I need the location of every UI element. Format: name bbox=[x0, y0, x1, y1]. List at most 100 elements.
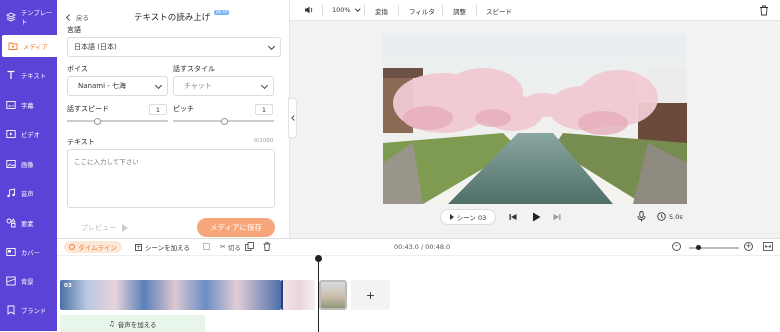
sidebar-item-label: 背景 bbox=[21, 278, 34, 286]
preview-button[interactable]: プレビュー bbox=[81, 223, 128, 233]
beta-badge: BETA bbox=[214, 10, 230, 15]
scene-duration: 5.0s bbox=[669, 213, 683, 221]
save-label: メディアに保存 bbox=[210, 223, 262, 232]
style-select[interactable]: チャット bbox=[173, 76, 274, 96]
video-icon bbox=[6, 129, 16, 139]
folder-icon bbox=[8, 41, 18, 51]
clock-icon bbox=[657, 212, 666, 223]
text-label: テキスト bbox=[67, 138, 95, 146]
timeline-ruler bbox=[57, 257, 780, 279]
speed-input[interactable]: 1 bbox=[149, 104, 167, 115]
voice-label: ボイス bbox=[67, 65, 88, 73]
save-to-media-button[interactable]: メディアに保存 bbox=[197, 218, 275, 237]
transform-button[interactable]: 変換 bbox=[375, 6, 388, 16]
layers-icon bbox=[5, 12, 17, 22]
sidebar-item-images[interactable]: 画像 bbox=[0, 153, 57, 175]
sidebar-item-background[interactable]: 背景 bbox=[0, 270, 57, 292]
skip-back-icon[interactable] bbox=[509, 213, 517, 223]
sidebar-item-media[interactable]: メディア bbox=[2, 35, 57, 57]
text-icon bbox=[6, 70, 16, 80]
timeline-zoom-knob[interactable] bbox=[696, 245, 701, 250]
speed-slider[interactable] bbox=[67, 117, 168, 125]
style-value: チャット bbox=[184, 82, 212, 90]
voiceover-clip[interactable] bbox=[281, 280, 315, 310]
current-clip[interactable] bbox=[319, 280, 347, 310]
sidebar-item-templates[interactable]: テンプレート bbox=[0, 6, 57, 28]
image-icon bbox=[6, 159, 16, 169]
pitch-input[interactable]: 1 bbox=[255, 104, 273, 115]
scissors-icon: ✂ bbox=[220, 243, 226, 251]
chevron-down-icon bbox=[154, 81, 163, 90]
cherry-blossom-canal-image bbox=[383, 33, 687, 204]
split-label: 切る bbox=[227, 244, 241, 252]
back-button[interactable]: 戻る bbox=[65, 12, 89, 22]
fit-icon[interactable] bbox=[763, 242, 773, 253]
zoom-out-icon[interactable]: - bbox=[672, 242, 681, 251]
trash-icon[interactable] bbox=[263, 242, 271, 253]
sidebar-item-label: 音声 bbox=[21, 190, 34, 198]
language-value: 日本語 (日本) bbox=[74, 43, 117, 51]
text-to-speech-panel: 戻る テキストの読み上げ BETA 言語 日本語 (日本) ボイス 話すスタイル… bbox=[57, 0, 290, 238]
duplicate-icon[interactable] bbox=[245, 242, 254, 253]
chevron-down-icon bbox=[354, 5, 360, 11]
skip-forward-icon[interactable] bbox=[553, 213, 561, 223]
add-audio-button[interactable]: ♫ 音声を加える bbox=[60, 315, 205, 332]
pitch-slider[interactable] bbox=[173, 117, 274, 125]
timecode: 00:43.0 / 00:48.0 bbox=[394, 243, 451, 251]
split-scene-icon[interactable] bbox=[203, 243, 210, 250]
timeline-zoom-slider[interactable] bbox=[689, 245, 739, 250]
adjust-button[interactable]: 調整 bbox=[453, 6, 466, 16]
microphone-icon[interactable] bbox=[637, 211, 646, 224]
chevron-left-icon bbox=[65, 13, 74, 21]
timeline-toolbar: タイムライン + シーンを加える ✂ 切る 00:43.0 / 00:48.0 … bbox=[57, 239, 780, 256]
chevron-left-icon bbox=[291, 115, 297, 121]
panel-title: テキストの読み上げ bbox=[134, 13, 211, 23]
add-scene-button[interactable]: + シーンを加える bbox=[135, 242, 190, 252]
voice-select[interactable]: Nanami - 七海 bbox=[67, 76, 168, 96]
pitch-slider-knob[interactable] bbox=[220, 117, 228, 125]
tab-timeline[interactable]: タイムライン bbox=[64, 241, 122, 253]
add-clip-button[interactable]: + bbox=[351, 280, 390, 310]
sidebar-item-label: 字幕 bbox=[21, 102, 34, 110]
split-button[interactable]: ✂ 切る bbox=[220, 242, 241, 252]
play-icon[interactable] bbox=[532, 212, 541, 224]
chevron-down-icon bbox=[260, 81, 269, 90]
speed-button[interactable]: スピード bbox=[486, 6, 512, 16]
zoom-in-icon[interactable]: + bbox=[744, 242, 753, 251]
sidebar-item-subtitles[interactable]: 字幕 bbox=[0, 94, 57, 116]
scene-label: シーン 03 bbox=[456, 214, 487, 222]
sidebar-item-brand[interactable]: ブランド bbox=[0, 299, 57, 321]
volume-icon[interactable] bbox=[304, 5, 314, 17]
video-preview[interactable] bbox=[383, 33, 687, 204]
sidebar-item-label: 画像 bbox=[21, 161, 34, 169]
trash-icon[interactable] bbox=[759, 5, 769, 18]
background-icon bbox=[6, 276, 16, 286]
char-count: 0/1000 bbox=[254, 138, 274, 144]
zoom-select[interactable]: 100% bbox=[332, 5, 360, 14]
language-select[interactable]: 日本語 (日本) bbox=[67, 37, 281, 57]
play-icon bbox=[122, 224, 128, 232]
sidebar-item-elements[interactable]: 要素 bbox=[0, 212, 57, 234]
playhead[interactable] bbox=[315, 255, 322, 332]
scene-select[interactable]: シーン 03 bbox=[440, 209, 496, 225]
text-input[interactable] bbox=[67, 149, 275, 208]
sidebar-item-label: ビデオ bbox=[21, 131, 40, 139]
subtitle-icon bbox=[6, 100, 16, 110]
preview-area: 100% 変換 フィルタ 調整 スピード シーン 03 5.0s bbox=[290, 0, 780, 238]
speed-slider-knob[interactable] bbox=[94, 117, 102, 125]
filter-button[interactable]: フィルタ bbox=[409, 6, 435, 16]
sidebar-item-audio[interactable]: 音声 bbox=[0, 182, 57, 204]
timeline-tab-label: タイムライン bbox=[78, 244, 117, 252]
sidebar-item-label: カバー bbox=[21, 249, 40, 257]
sidebar-item-cover[interactable]: カバー bbox=[0, 241, 57, 263]
sidebar-item-text[interactable]: テキスト bbox=[0, 64, 57, 86]
timeline-tab-icon bbox=[69, 244, 76, 250]
panel-collapse-handle[interactable] bbox=[288, 98, 297, 138]
pitch-label: ピッチ bbox=[173, 105, 194, 113]
brand-icon bbox=[6, 305, 16, 315]
sidebar-item-video[interactable]: ビデオ bbox=[0, 123, 57, 145]
edit-toolbar: 100% 変換 フィルタ 調整 スピード bbox=[290, 0, 780, 21]
video-clip[interactable]: 03 bbox=[60, 280, 281, 310]
timeline: タイムライン + シーンを加える ✂ 切る 00:43.0 / 00:48.0 … bbox=[57, 238, 780, 332]
sidebar-item-label: テキスト bbox=[21, 72, 46, 80]
